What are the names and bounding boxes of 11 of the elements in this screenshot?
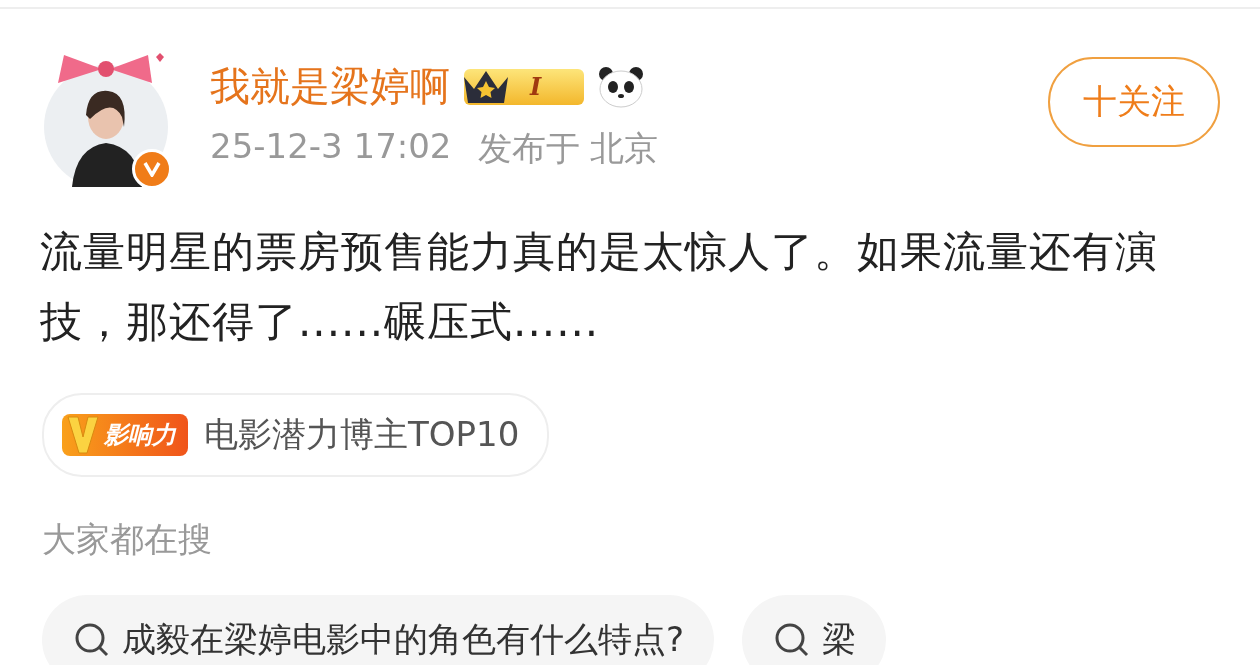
level-badge: I (464, 68, 584, 105)
panda-icon (598, 65, 644, 108)
tag-label: 电影潜力博主TOP10 (204, 413, 520, 456)
section-title: 大家都在搜 (42, 518, 213, 561)
post-location: 发布于 北京 (477, 127, 659, 170)
post-text: 流量明星的票房预售能力真的是太惊人了。如果流量还有演技，那还得了......碾压式...... (40, 226, 1159, 348)
influence-tag[interactable]: 影响力 电影潜力博主TOP10 (42, 393, 550, 477)
post-time: 25-12-3 17:02 (210, 126, 452, 168)
search-suggestion[interactable]: 梁 (742, 595, 887, 665)
search-suggestion[interactable]: 成毅在梁婷电影中的角色有什么特点? (42, 595, 715, 665)
influence-badge: 影响力 (62, 414, 188, 456)
